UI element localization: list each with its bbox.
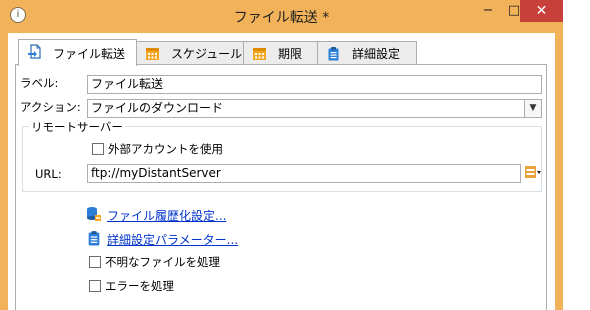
- tab-panel: ラベル: ファイル転送 アクション: ファイルのダウンロード ▼ リモートサーバ…: [15, 64, 547, 310]
- close-button[interactable]: ✕: [520, 0, 563, 22]
- calendar-icon: [146, 48, 159, 60]
- process-unknown-files-checkbox[interactable]: [89, 256, 101, 268]
- url-input[interactable]: ftp://myDistantServer: [87, 164, 521, 183]
- database-history-icon: [86, 206, 102, 222]
- tab-label: 期限: [278, 47, 303, 61]
- tab-file-transfer[interactable]: ファイル転送: [18, 39, 137, 66]
- remote-server-group-title: リモートサーバー: [29, 119, 125, 135]
- tab-advanced[interactable]: 詳細設定: [317, 41, 417, 64]
- tab-label: スケジュール: [171, 47, 243, 61]
- file-transfer-icon: [28, 44, 41, 59]
- tab-deadline[interactable]: 期限: [243, 41, 318, 64]
- process-unknown-files-label: 不明なファイルを処理: [105, 255, 220, 269]
- clipboard-icon: [328, 47, 339, 61]
- dialog-content: ファイル転送 スケジュール 期限 詳細設定 ラベル: ファイル転送 アクション:…: [8, 33, 555, 310]
- title-bar[interactable]: i ファイル転送 * − □ ✕: [0, 0, 563, 33]
- minimize-button[interactable]: −: [475, 0, 501, 22]
- tab-bar: ファイル転送 スケジュール 期限 詳細設定: [8, 39, 555, 66]
- calendar-icon: [253, 48, 266, 60]
- action-caption: アクション:: [20, 100, 81, 114]
- chevron-down-icon[interactable]: ▼: [524, 100, 541, 117]
- file-history-settings-link[interactable]: ファイル履歴化設定...: [107, 207, 226, 224]
- label-input[interactable]: ファイル転送: [87, 75, 542, 94]
- action-select-value: ファイルのダウンロード: [91, 101, 224, 115]
- remote-server-group: リモートサーバー 外部アカウントを使用 URL: ftp://myDistant…: [22, 119, 542, 192]
- label-caption: ラベル:: [20, 76, 59, 90]
- clipboard-icon: [86, 230, 102, 246]
- url-options-button[interactable]: [525, 165, 541, 181]
- external-account-label: 外部アカウントを使用: [108, 142, 223, 156]
- url-caption: URL:: [35, 167, 62, 181]
- advanced-parameters-link[interactable]: 詳細設定パラメーター...: [107, 231, 238, 248]
- process-errors-label: エラーを処理: [105, 279, 174, 293]
- tab-label: 詳細設定: [352, 47, 401, 61]
- tab-label: ファイル転送: [53, 47, 126, 61]
- external-account-checkbox[interactable]: [92, 143, 104, 155]
- server-list-icon: [525, 166, 541, 178]
- process-errors-checkbox[interactable]: [89, 280, 101, 292]
- action-select[interactable]: ファイルのダウンロード ▼: [87, 99, 542, 118]
- dialog-window: i ファイル転送 * − □ ✕ ファイル転送 スケジュール 期限 詳細設定 ラ…: [0, 0, 563, 310]
- tab-schedule[interactable]: スケジュール: [136, 41, 244, 64]
